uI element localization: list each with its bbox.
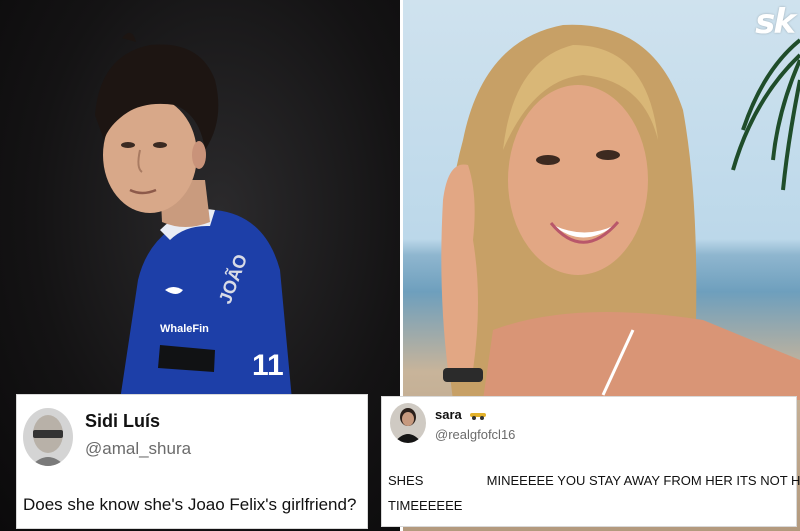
tweet-text: SHES MINEEEEE YOU STAY AWAY FROM HER ITS… — [388, 473, 800, 489]
racing-car-icon — [469, 408, 487, 423]
display-name-text: sara — [435, 407, 462, 422]
tweet-text-line2: TIMEEEEEE — [388, 498, 463, 513]
tweet-card-right[interactable]: sara @realgfofcl16 SHES MINEEEEE YOU STA… — [381, 396, 800, 527]
user-avatar-icon — [23, 408, 73, 466]
user-handle[interactable]: @realgfofcl16 — [435, 427, 515, 442]
avatar[interactable] — [390, 403, 426, 443]
redacted-emoji — [427, 474, 484, 489]
sportskeeda-logo: sk — [755, 2, 796, 42]
player-illustration: WhaleFin JOÃO 11 — [95, 32, 292, 400]
tweet-card-left[interactable]: Sidi Luís @amal_shura Does she know she'… — [16, 394, 368, 529]
svg-text:11: 11 — [252, 349, 284, 382]
avatar[interactable] — [23, 408, 73, 466]
beach-portrait-illustration — [441, 24, 800, 400]
tweet-text: Does she know she's Joao Felix's girlfri… — [23, 495, 357, 514]
tweet-text-part2: MINEEEEE YOU STAY AWAY FROM HER ITS NOT … — [486, 473, 800, 488]
user-avatar-icon — [390, 403, 426, 443]
svg-text:WhaleFin: WhaleFin — [160, 323, 209, 335]
display-name[interactable]: Sidi Luís — [85, 411, 160, 432]
display-name[interactable]: sara — [435, 407, 487, 423]
user-handle[interactable]: @amal_shura — [85, 439, 191, 459]
tweet-text-part1: SHES — [388, 473, 424, 488]
